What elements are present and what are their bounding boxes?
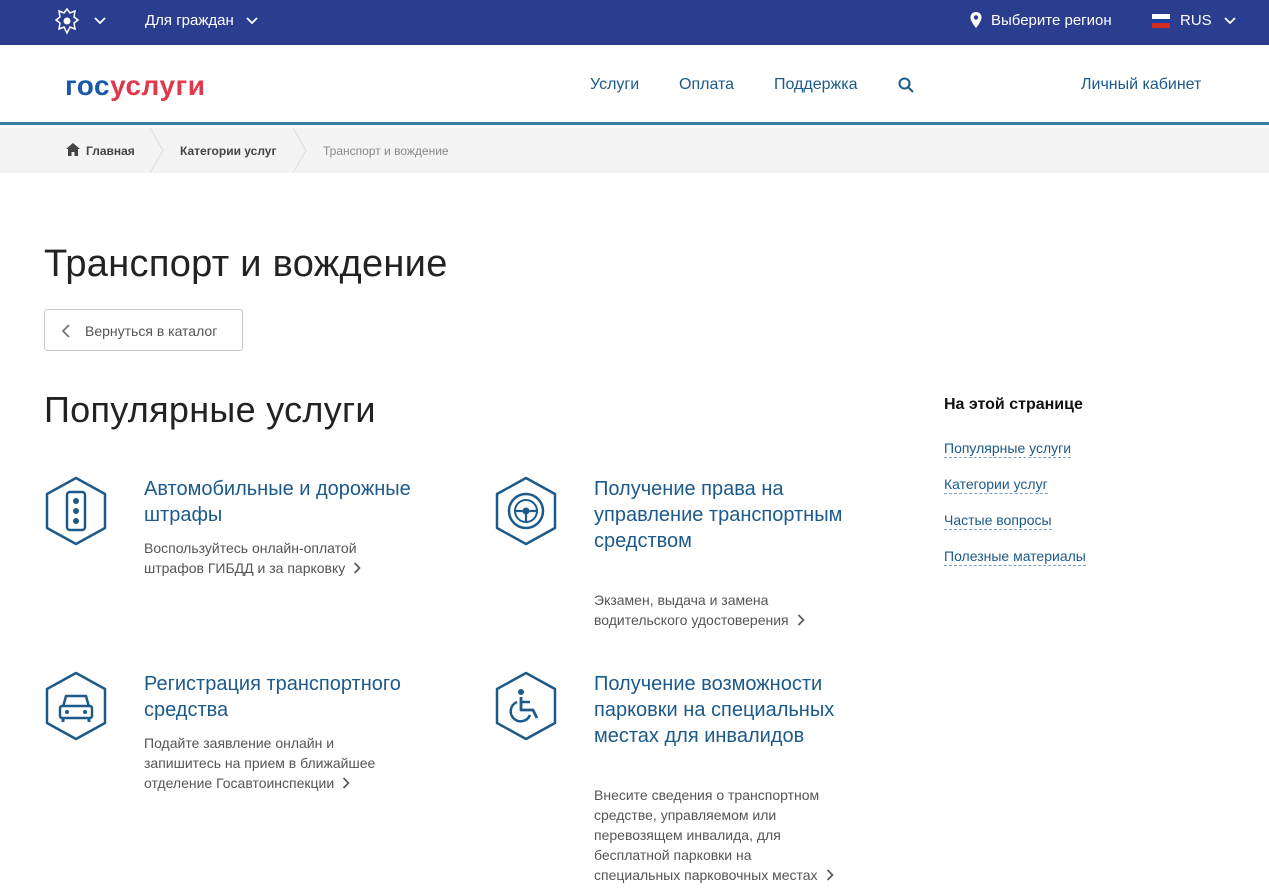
car-icon[interactable] bbox=[44, 671, 108, 741]
back-button-label: Вернуться в каталог bbox=[85, 323, 218, 339]
language-selector[interactable]: RUS bbox=[1180, 12, 1212, 29]
desc-line: водительского удостоверения bbox=[594, 612, 789, 628]
service-description[interactable]: Внесите сведения о транспортном средстве… bbox=[594, 785, 864, 885]
toc-link-faq[interactable]: Частые вопросы bbox=[944, 511, 1052, 530]
nav-payment[interactable]: Оплата bbox=[679, 76, 734, 94]
nav-support[interactable]: Поддержка bbox=[774, 76, 857, 94]
breadcrumb-categories[interactable]: Категории услуг bbox=[180, 144, 276, 158]
steering-wheel-icon[interactable] bbox=[494, 476, 558, 546]
russian-flag-icon[interactable] bbox=[1152, 14, 1170, 28]
service-card-registration: Регистрация транспортного средства Подай… bbox=[44, 671, 424, 811]
service-title[interactable]: Регистрация транспортного средства bbox=[144, 671, 414, 723]
desc-line: отделение Госавтоинспекции bbox=[144, 775, 335, 791]
service-card-fines: Автомобильные и дорожные штрафы Воспольз… bbox=[44, 476, 424, 606]
breadcrumb-current: Транспорт и вождение bbox=[323, 144, 449, 158]
desc-line: Воспользуйтесь онлайн-оплатой bbox=[144, 540, 357, 556]
desc-line: бесплатной парковки на bbox=[594, 847, 752, 863]
breadcrumb: Главная Категории услуг Транспорт и вожд… bbox=[0, 128, 1269, 173]
breadcrumb-home[interactable]: Главная bbox=[86, 144, 135, 158]
search-icon[interactable] bbox=[897, 76, 915, 94]
location-pin-icon[interactable] bbox=[969, 11, 983, 29]
desc-line: перевозящем инвалида, для bbox=[594, 827, 781, 843]
toc-link-materials[interactable]: Полезные материалы bbox=[944, 547, 1086, 566]
personal-cabinet-link[interactable]: Личный кабинет bbox=[1081, 76, 1201, 94]
main-header: госуслуги Услуги Оплата Поддержка Личный… bbox=[0, 45, 1269, 125]
chevron-down-icon[interactable] bbox=[1223, 13, 1237, 27]
desc-line: Экзамен, выдача и замена bbox=[594, 592, 769, 608]
toc-link-popular[interactable]: Популярные услуги bbox=[944, 439, 1072, 458]
desc-line: Подайте заявление онлайн и bbox=[144, 735, 335, 751]
desc-line: запишитесь на прием в ближайшее bbox=[144, 755, 376, 771]
top-bar: Для граждан Выберите регион RUS bbox=[0, 0, 1269, 45]
service-title[interactable]: Автомобильные и дорожные штрафы bbox=[144, 476, 414, 528]
gosuslugi-logo[interactable]: госуслуги bbox=[65, 70, 205, 102]
desc-line: Внесите сведения о транспортном bbox=[594, 787, 820, 803]
chevron-left-icon bbox=[61, 324, 70, 338]
coat-of-arms-icon[interactable] bbox=[52, 6, 82, 36]
service-description[interactable]: Воспользуйтесь онлайн-оплатой штрафов ГИ… bbox=[144, 538, 414, 578]
chevron-right-icon[interactable] bbox=[342, 777, 350, 789]
chevron-right-icon[interactable] bbox=[826, 869, 834, 881]
service-title[interactable]: Получение права на управление транспортн… bbox=[594, 476, 864, 554]
page-title: Транспорт и вождение bbox=[44, 243, 448, 285]
service-title[interactable]: Получение возможности парковки на специа… bbox=[594, 671, 864, 749]
traffic-light-icon[interactable] bbox=[44, 476, 108, 546]
nav-services[interactable]: Услуги bbox=[590, 76, 639, 94]
chevron-down-icon[interactable] bbox=[245, 13, 259, 27]
wheelchair-icon[interactable] bbox=[494, 671, 558, 741]
logo-part-gos: гос bbox=[65, 70, 111, 101]
breadcrumb-separator bbox=[293, 128, 307, 173]
home-icon[interactable] bbox=[66, 143, 80, 156]
desc-line: специальных парковочных местах bbox=[594, 867, 818, 883]
logo-part-uslugi: услуги bbox=[110, 70, 206, 101]
chevron-down-icon[interactable] bbox=[93, 13, 107, 27]
service-card-license: Получение права на управление транспортн… bbox=[494, 476, 874, 636]
service-card-disabled-parking: Получение возможности парковки на специа… bbox=[494, 671, 874, 886]
desc-line: штрафов ГИБДД и за парковку bbox=[144, 560, 346, 576]
chevron-right-icon[interactable] bbox=[353, 562, 361, 574]
chevron-right-icon[interactable] bbox=[797, 614, 805, 626]
breadcrumb-separator bbox=[150, 128, 164, 173]
back-to-catalog-button[interactable]: Вернуться в каталог bbox=[44, 309, 243, 351]
service-description[interactable]: Подайте заявление онлайн и запишитесь на… bbox=[144, 733, 414, 793]
for-citizens-menu[interactable]: Для граждан bbox=[145, 12, 234, 29]
popular-services-heading: Популярные услуги bbox=[44, 389, 376, 430]
service-description[interactable]: Экзамен, выдача и замена водительского у… bbox=[594, 590, 864, 630]
on-this-page-heading: На этой странице bbox=[944, 396, 1083, 413]
desc-line: средстве, управляемом или bbox=[594, 807, 777, 823]
toc-link-categories[interactable]: Категории услуг bbox=[944, 475, 1048, 494]
region-selector[interactable]: Выберите регион bbox=[991, 12, 1112, 29]
